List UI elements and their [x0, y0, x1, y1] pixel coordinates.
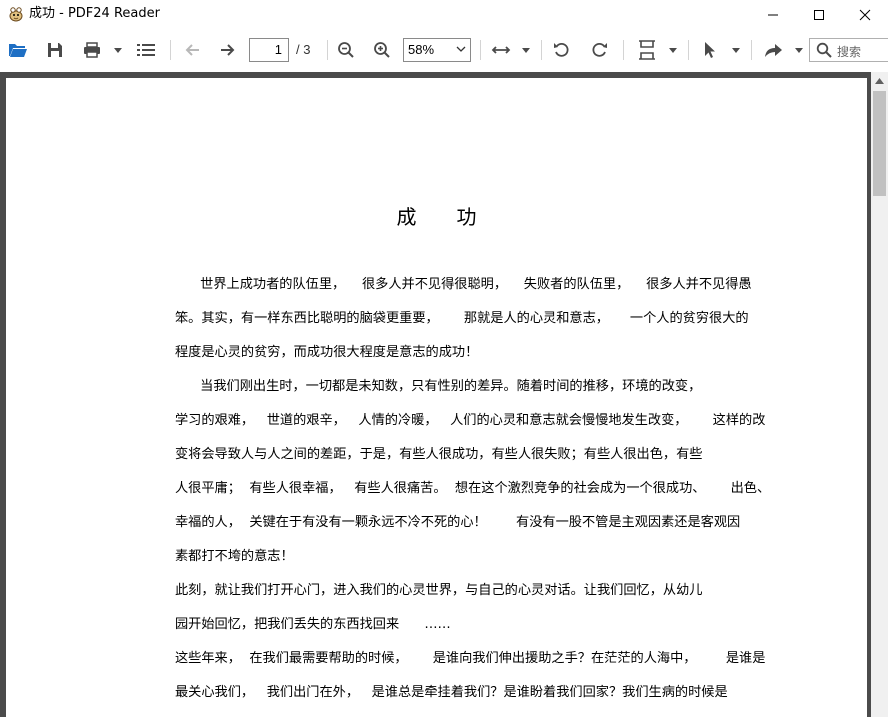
- print-icon: [84, 42, 100, 58]
- text-line: 幸福的人， 关键在于有没有一颗永远不冷不死的心！ 有没有一股不管是主观因素还是客…: [175, 515, 741, 530]
- text-line: 世界上成功者的队伍里， 很多人并不见得很聪明， 失败者的队伍里， 很多人并不见得…: [175, 277, 752, 292]
- page-layout-button[interactable]: [636, 38, 658, 62]
- chevron-down-icon: [795, 47, 803, 53]
- next-page-button[interactable]: [217, 38, 239, 62]
- maximize-icon: [814, 10, 824, 20]
- scroll-up-arrow[interactable]: [871, 72, 888, 89]
- outline-list-icon: [137, 44, 155, 56]
- text-line: 笨。其实，有一样东西比聪明的脑袋更重要， 那就是人的心灵和意志， 一个人的贫穷很…: [175, 311, 749, 326]
- toolbar-separator: [541, 40, 542, 60]
- toolbar-separator: [688, 40, 689, 60]
- open-button[interactable]: [7, 38, 29, 62]
- scrollbar-thumb[interactable]: [873, 91, 886, 196]
- pdf-page[interactable]: 成功 世界上成功者的队伍里， 很多人并不见得很聪明， 失败者的队伍里， 很多人并…: [6, 78, 867, 728]
- search-placeholder: 搜索: [837, 45, 862, 59]
- vertical-scrollbar[interactable]: [871, 72, 888, 717]
- document-title: 成功: [396, 205, 517, 229]
- zoom-select[interactable]: 58%: [403, 38, 471, 62]
- text-line: 程度是心灵的贫穷，而成功很大程度是意志的成功！: [175, 345, 479, 360]
- share-button[interactable]: [761, 38, 785, 62]
- text-line: 人很平庸； 有些人很幸福， 有些人很痛苦。 想在这个激烈竞争的社会成为一个很成功…: [175, 481, 771, 496]
- close-icon: [859, 9, 871, 21]
- print-button[interactable]: [80, 38, 104, 62]
- close-button[interactable]: [842, 0, 888, 30]
- page-total-label: / 3: [296, 42, 311, 57]
- chevron-down-icon: [522, 47, 530, 53]
- previous-page-button[interactable]: [181, 38, 203, 62]
- forward-arrow-icon: [221, 44, 235, 56]
- maximize-button[interactable]: [796, 0, 842, 30]
- fit-dropdown[interactable]: [519, 38, 533, 62]
- layout-dropdown[interactable]: [666, 38, 680, 62]
- share-icon: [765, 44, 782, 57]
- fit-width-button[interactable]: [489, 38, 513, 62]
- open-folder-icon: [9, 44, 27, 57]
- save-icon: [48, 43, 62, 57]
- text-line: 园开始回忆，把我们丢失的东西找回来 ……: [175, 617, 451, 632]
- pointer-tool-icon: [705, 42, 715, 58]
- chevron-up-icon: [875, 77, 884, 84]
- zoom-value: 58%: [408, 42, 435, 57]
- toolbar-separator: [751, 40, 752, 60]
- pdf24-app-icon: [8, 6, 24, 22]
- toolbar: 1 / 3 58% 搜索: [0, 30, 888, 70]
- save-button[interactable]: [44, 38, 66, 62]
- minimize-icon: [768, 14, 778, 16]
- toolbar-separator: [623, 40, 624, 60]
- chevron-down-icon: [456, 44, 466, 54]
- text-line: 当我们刚出生时，一切都是未知数，只有性别的差异。随着时间的推移，环境的改变，: [175, 379, 702, 394]
- toolbar-separator: [480, 40, 481, 60]
- chevron-down-icon: [669, 47, 677, 53]
- chevron-down-icon: [732, 47, 740, 53]
- search-input[interactable]: 搜索: [809, 38, 888, 62]
- pointer-tool-button[interactable]: [699, 38, 721, 62]
- page-layout-icon: [639, 40, 655, 60]
- zoom-in-button[interactable]: [371, 38, 393, 62]
- print-dropdown[interactable]: [111, 38, 125, 62]
- zoom-in-icon: [374, 42, 390, 58]
- zoom-out-button[interactable]: [335, 38, 357, 62]
- search-icon: [816, 42, 832, 58]
- text-line: 学习的艰难， 世道的艰辛， 人情的冷暖， 人们的心灵和意志就会慢慢地发生改变， …: [175, 413, 766, 428]
- text-line: 素都打不垮的意志！: [175, 549, 294, 564]
- share-dropdown[interactable]: [792, 38, 806, 62]
- rotate-left-icon: [554, 42, 569, 57]
- fit-width-icon: [491, 46, 511, 54]
- rotate-right-button[interactable]: [588, 38, 610, 62]
- back-arrow-icon: [185, 44, 199, 56]
- title-bar: 成功 - PDF24 Reader: [0, 0, 888, 30]
- document-viewer[interactable]: 成功 世界上成功者的队伍里， 很多人并不见得很聪明， 失败者的队伍里， 很多人并…: [0, 72, 888, 728]
- minimize-button[interactable]: [750, 0, 796, 30]
- text-line: 此刻，就让我们打开心门，进入我们的心灵世界，与自己的心灵对话。让我们回忆，从幼儿: [175, 583, 703, 598]
- text-line: 这些年来， 在我们最需要帮助的时候， 是谁向我们伸出援助之手？在茫茫的人海中， …: [175, 651, 766, 666]
- page-number-input[interactable]: 1: [249, 38, 289, 62]
- toolbar-separator: [327, 40, 328, 60]
- chevron-down-icon: [114, 47, 122, 53]
- text-line: 最关心我们， 我们出门在外， 是谁总是牵挂着我们？是谁盼着我们回家？我们生病的时…: [175, 685, 728, 700]
- zoom-out-icon: [338, 42, 354, 58]
- toolbar-separator: [170, 40, 171, 60]
- pointer-dropdown[interactable]: [729, 38, 743, 62]
- window-title: 成功 - PDF24 Reader: [29, 6, 160, 21]
- text-line: 变将会导致人与人之间的差距，于是，有些人很成功，有些人很失败；有些人很出色，有些: [175, 447, 703, 462]
- rotate-right-icon: [592, 42, 607, 57]
- outline-button[interactable]: [135, 38, 157, 62]
- rotate-left-button[interactable]: [551, 38, 573, 62]
